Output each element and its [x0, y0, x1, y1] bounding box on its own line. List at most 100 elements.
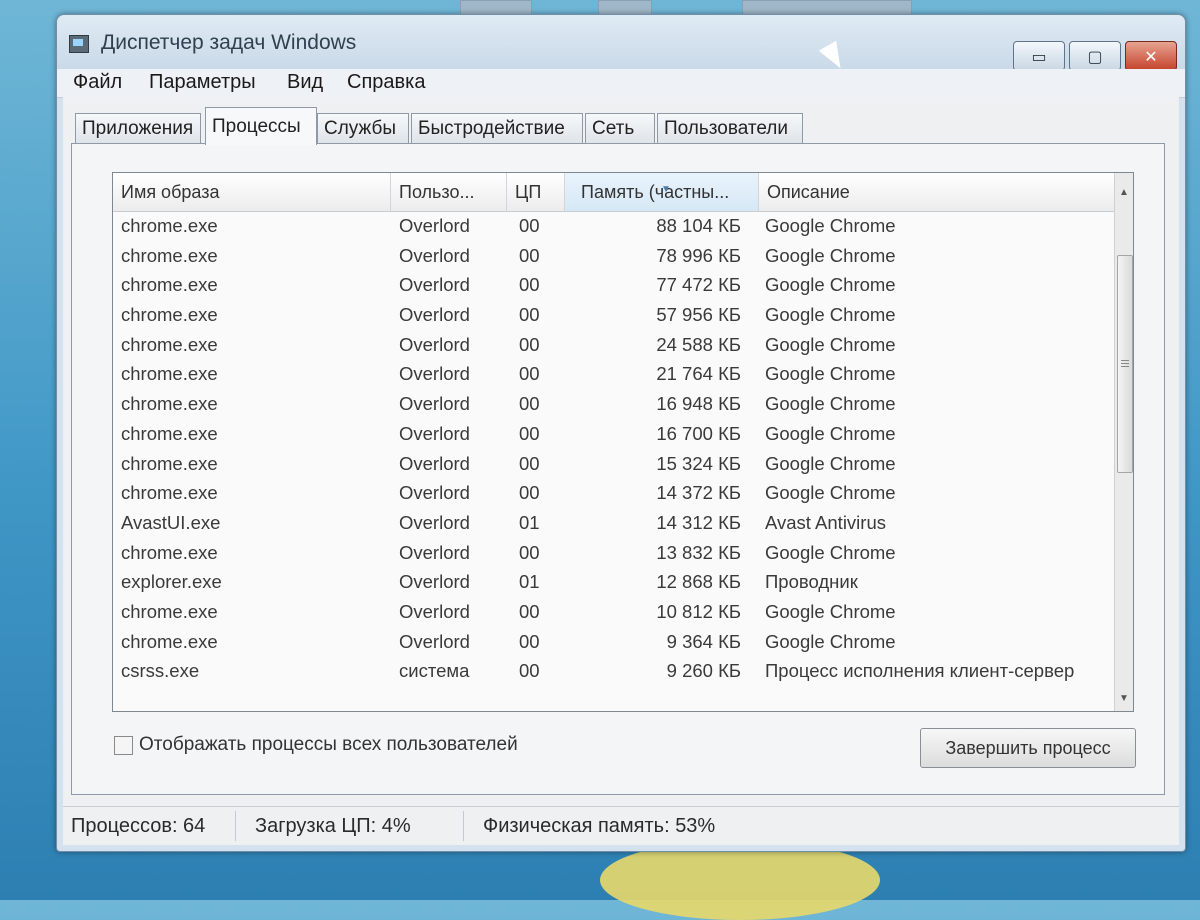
column-image-name[interactable]: Имя образа: [113, 173, 391, 211]
cell-description: Google Chrome: [765, 393, 896, 415]
cell-user: Overlord: [399, 244, 470, 266]
cell-description: Google Chrome: [765, 304, 896, 326]
cell-image-name: chrome.exe: [121, 482, 218, 504]
column-memory[interactable]: ▼ Память (частны...: [565, 173, 759, 211]
column-cpu[interactable]: ЦП: [507, 173, 565, 211]
table-row[interactable]: chrome.exe Overlord 00 13 832 КБ Google Chro…: [113, 538, 1115, 568]
cell-memory: 78 996 КБ: [656, 244, 741, 266]
cell-cpu: 00: [519, 304, 540, 326]
menu-options[interactable]: Параметры: [149, 71, 256, 94]
cell-user: Overlord: [399, 333, 470, 355]
cell-cpu: 00: [519, 600, 540, 622]
tab-processes[interactable]: Процессы: [205, 107, 317, 145]
table-row[interactable]: chrome.exe Overlord 00 9 364 КБ Google Chrom…: [113, 627, 1115, 657]
cell-image-name: chrome.exe: [121, 274, 218, 296]
cell-image-name: chrome.exe: [121, 600, 218, 622]
cell-cpu: 00: [519, 541, 540, 563]
table-row[interactable]: chrome.exe Overlord 00 16 948 КБ Google Chro…: [113, 389, 1115, 419]
cell-memory: 88 104 КБ: [656, 215, 741, 236]
menu-file[interactable]: Файл: [73, 71, 122, 94]
cell-description: Google Chrome: [765, 541, 896, 563]
table-row[interactable]: chrome.exe Overlord 00 21 764 КБ Google Chro…: [113, 359, 1115, 389]
table-row[interactable]: chrome.exe Overlord 00 77 472 КБ Google Chro…: [113, 270, 1115, 300]
cell-cpu: 00: [519, 630, 540, 652]
cell-cpu: 00: [519, 274, 540, 296]
cell-image-name: chrome.exe: [121, 333, 218, 355]
process-list[interactable]: Имя образа Пользо... ЦП ▼ Память (частны…: [112, 172, 1134, 712]
cell-description: Google Chrome: [765, 630, 896, 652]
column-memory-label: Память (частны...: [581, 182, 730, 202]
tab-users[interactable]: Пользователи: [657, 113, 803, 143]
process-rows: chrome.exe Overlord 00 88 104 КБ Google Chro…: [113, 211, 1115, 686]
cell-description: Google Chrome: [765, 600, 896, 622]
desktop-wallpaper-shape: [600, 840, 880, 920]
cell-user: Overlord: [399, 274, 470, 296]
cell-cpu: 00: [519, 363, 540, 385]
table-row[interactable]: chrome.exe Overlord 00 78 996 КБ Google Chro…: [113, 241, 1115, 271]
status-separator: [235, 811, 236, 841]
cell-image-name: csrss.exe: [121, 660, 200, 682]
cell-memory: 9 364 КБ: [666, 630, 741, 652]
table-row[interactable]: chrome.exe Overlord 00 14 372 КБ Google Chro…: [113, 478, 1115, 508]
table-row[interactable]: chrome.exe Overlord 00 10 812 КБ Google Chro…: [113, 597, 1115, 627]
column-user[interactable]: Пользо...: [391, 173, 507, 211]
cell-user: Overlord: [399, 571, 470, 593]
cell-image-name: explorer.exe: [121, 571, 222, 593]
cell-cpu: 00: [519, 482, 540, 504]
cell-cpu: 01: [519, 511, 540, 533]
table-row[interactable]: explorer.exe Overlord 01 12 868 КБ Проводник: [113, 567, 1115, 597]
table-row[interactable]: chrome.exe Overlord 00 15 324 КБ Google Chro…: [113, 449, 1115, 479]
cell-user: Overlord: [399, 215, 470, 236]
table-row[interactable]: chrome.exe Overlord 00 24 588 КБ Google Chro…: [113, 330, 1115, 360]
cell-user: система: [399, 660, 470, 682]
status-physical-memory: Физическая память: 53%: [483, 815, 716, 837]
cell-description: Google Chrome: [765, 422, 896, 444]
menu-view[interactable]: Вид: [287, 71, 323, 94]
table-row[interactable]: chrome.exe Overlord 00 57 956 КБ Google Chro…: [113, 300, 1115, 330]
end-process-button[interactable]: Завершить процесс: [920, 728, 1136, 768]
cell-user: Overlord: [399, 452, 470, 474]
cell-cpu: 00: [519, 244, 540, 266]
tab-network[interactable]: Сеть: [585, 113, 655, 143]
minimize-button[interactable]: ▭: [1013, 41, 1065, 71]
title-bar[interactable]: Диспетчер задач Windows ▭ ▢ ✕: [57, 15, 1185, 71]
tab-services[interactable]: Службы: [317, 113, 409, 143]
cell-memory: 57 956 КБ: [656, 304, 741, 326]
status-bar: Процессов: 64 Загрузка ЦП: 4% Физическая…: [63, 806, 1179, 845]
cell-memory: 24 588 КБ: [656, 333, 741, 355]
scroll-thumb[interactable]: [1117, 255, 1133, 473]
menu-help[interactable]: Справка: [347, 71, 425, 94]
table-row[interactable]: AvastUI.exe Overlord 01 14 312 КБ Avast Anti…: [113, 508, 1115, 538]
cell-image-name: chrome.exe: [121, 452, 218, 474]
status-process-count: Процессов: 64: [71, 815, 206, 837]
show-all-users-checkbox[interactable]: [114, 735, 133, 755]
cell-cpu: 00: [519, 422, 540, 444]
cell-description: Процесс исполнения клиент-сервер: [765, 660, 1075, 682]
cell-description: Проводник: [765, 571, 858, 593]
scroll-down-icon[interactable]: ▼: [1115, 689, 1133, 709]
close-button[interactable]: ✕: [1125, 41, 1177, 71]
cell-image-name: chrome.exe: [121, 363, 218, 385]
tab-performance[interactable]: Быстродействие: [411, 113, 583, 143]
cell-cpu: 00: [519, 215, 540, 236]
status-cpu-load: Загрузка ЦП: 4%: [255, 815, 411, 837]
cell-description: Avast Antivirus: [765, 511, 886, 533]
client-area: Приложения Процессы Службы Быстродействи…: [63, 97, 1179, 845]
show-all-users-option[interactable]: Отображать процессы всех пользователей: [114, 734, 518, 756]
maximize-button[interactable]: ▢: [1069, 41, 1121, 71]
cell-image-name: chrome.exe: [121, 630, 218, 652]
table-row[interactable]: chrome.exe Overlord 00 16 700 КБ Google Chro…: [113, 419, 1115, 449]
vertical-scrollbar[interactable]: ▲ ▼: [1114, 173, 1133, 711]
task-manager-icon: [69, 35, 89, 53]
cell-description: Google Chrome: [765, 274, 896, 296]
cell-memory: 10 812 КБ: [656, 600, 741, 622]
table-row[interactable]: csrss.exe система 00 9 260 КБ Процесс исполн…: [113, 656, 1115, 686]
cell-image-name: chrome.exe: [121, 422, 218, 444]
tab-applications[interactable]: Приложения: [75, 113, 201, 143]
scroll-up-icon[interactable]: ▲: [1115, 183, 1133, 203]
cell-user: Overlord: [399, 482, 470, 504]
table-row[interactable]: chrome.exe Overlord 00 88 104 КБ Google Chro…: [113, 211, 1115, 241]
task-manager-window: Диспетчер задач Windows ▭ ▢ ✕ Файл Парам…: [56, 14, 1186, 852]
cell-image-name: chrome.exe: [121, 304, 218, 326]
column-description[interactable]: Описание: [759, 173, 1115, 211]
